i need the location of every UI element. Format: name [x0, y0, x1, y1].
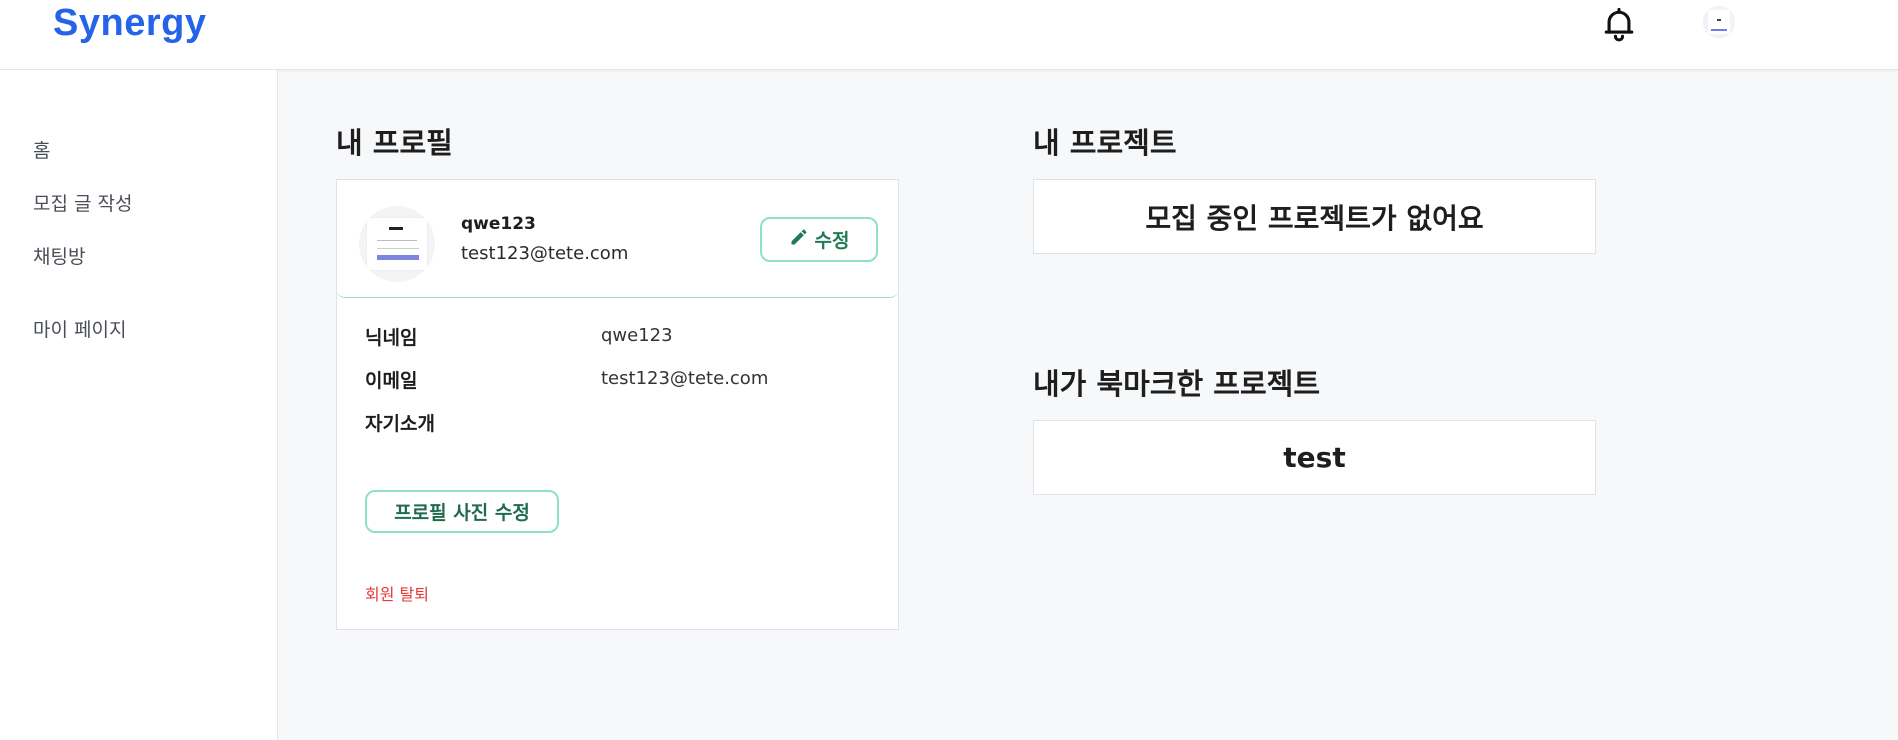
edit-button-label: 수정	[814, 230, 850, 252]
profile-email: test123@tete.com	[461, 243, 629, 264]
my-projects-title: 내 프로젝트	[1033, 126, 1177, 160]
profile-image-thumbnail	[366, 217, 428, 271]
sidebar-item-chat[interactable]: 채팅방	[33, 242, 85, 269]
sidebar-item-my-page[interactable]: 마이 페이지	[33, 315, 126, 342]
top-header: Synergy	[0, 0, 1898, 70]
bookmarked-projects-title: 내가 북마크한 프로젝트	[1033, 367, 1320, 401]
my-projects-empty: 모집 중인 프로젝트가 없어요	[1033, 179, 1596, 254]
avatar-thumbnail	[1708, 10, 1730, 34]
bookmarked-project-item[interactable]: test	[1033, 420, 1596, 495]
pencil-icon	[789, 227, 809, 252]
app-logo[interactable]: Synergy	[53, 2, 206, 45]
withdraw-account-link[interactable]: 회원 탈퇴	[365, 581, 429, 605]
sidebar: 홈 모집 글 작성 채팅방 마이 페이지	[0, 70, 278, 740]
bell-icon[interactable]	[1602, 6, 1636, 44]
profile-summary: qwe123 test123@tete.com 수정	[337, 180, 898, 298]
user-avatar[interactable]	[1703, 6, 1735, 38]
email-label: 이메일	[365, 370, 418, 392]
profile-username: qwe123	[461, 214, 536, 234]
sidebar-item-write-post[interactable]: 모집 글 작성	[33, 189, 132, 216]
profile-section-title: 내 프로필	[336, 126, 453, 160]
sidebar-item-home[interactable]: 홈	[33, 136, 50, 163]
email-value: test123@tete.com	[601, 368, 769, 389]
edit-profile-button[interactable]: 수정	[760, 217, 878, 262]
edit-profile-photo-button[interactable]: 프로필 사진 수정	[365, 490, 559, 533]
profile-card: qwe123 test123@tete.com 수정 닉네임 qwe123 이메…	[336, 179, 899, 630]
bio-label: 자기소개	[365, 413, 435, 435]
nickname-value: qwe123	[601, 325, 673, 346]
nickname-label: 닉네임	[365, 327, 418, 349]
profile-image	[359, 206, 435, 282]
